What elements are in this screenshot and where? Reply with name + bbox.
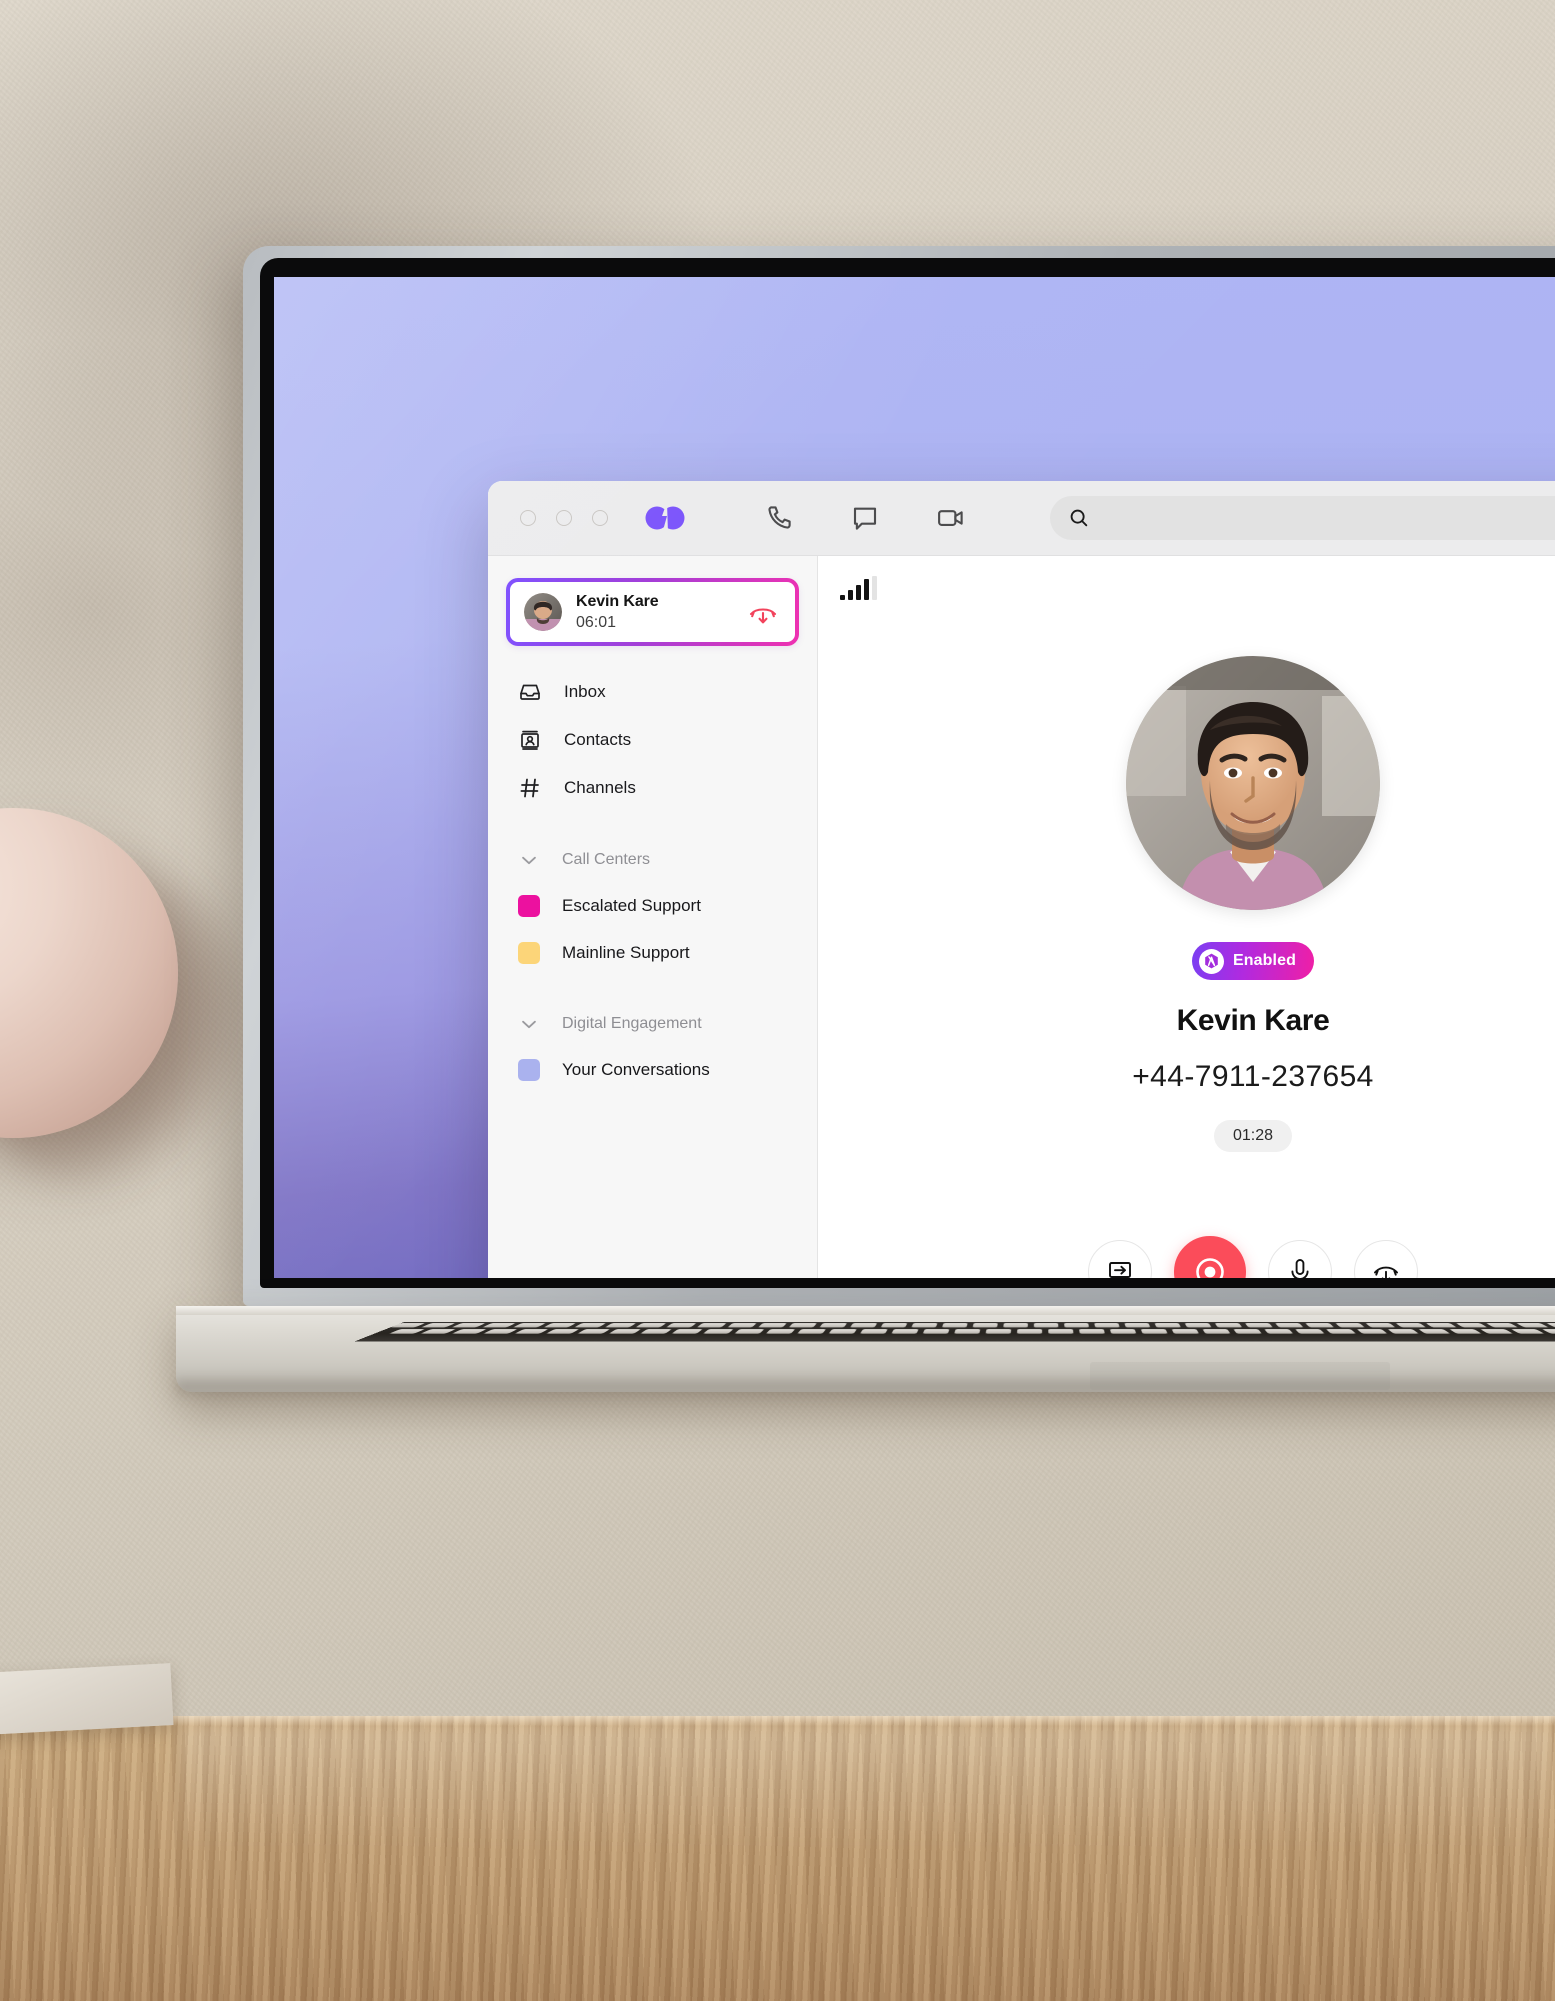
sidebar-item-label: Contacts: [564, 730, 632, 749]
record-button[interactable]: [1174, 1236, 1246, 1278]
laptop-hinge: [176, 1306, 1555, 1315]
ai-badge-label: Enabled: [1233, 952, 1296, 969]
channel-color-swatch: [518, 894, 540, 917]
phone-icon[interactable]: [764, 503, 794, 533]
close-button[interactable]: [520, 510, 536, 526]
section-header-digital-engagement[interactable]: Digital Engagement: [488, 1002, 817, 1046]
sidebar-item-inbox[interactable]: Inbox: [488, 668, 817, 716]
transfer-button[interactable]: [1088, 1240, 1152, 1278]
sidebar-item-label: Channels: [564, 778, 636, 797]
active-call-info: Kevin Kare 06:01: [576, 593, 745, 632]
channel-label: Escalated Support: [562, 895, 701, 915]
signal-bars-icon: [840, 576, 877, 600]
search-container: [1050, 496, 1555, 540]
sidebar-item-label: Inbox: [564, 682, 606, 701]
active-call-duration: 06:01: [576, 613, 617, 631]
laptop-base-shadow: [176, 1380, 1555, 1402]
search-icon: [1070, 509, 1088, 527]
photo-scene: Kevin Kare 06:01 Inbox Contacts Channels…: [0, 0, 1555, 2001]
active-call-name: Kevin Kare: [576, 592, 659, 610]
call-panel: Enabled Kevin Kare +44-7911-237654 01:28: [818, 556, 1555, 1278]
caller-name: Kevin Kare: [1176, 1004, 1330, 1037]
header-icon-group: [764, 503, 966, 533]
sidebar-item-channels[interactable]: Channels: [488, 764, 817, 812]
channel-color-swatch: [518, 941, 540, 964]
chevron-down-icon: [518, 849, 540, 871]
sidebar: Kevin Kare 06:01 Inbox Contacts Channels…: [488, 556, 818, 1278]
chat-icon[interactable]: [850, 503, 880, 533]
section-header-call-centers[interactable]: Call Centers: [488, 838, 817, 882]
desk-edge-highlight: [0, 1716, 1555, 1726]
search-box[interactable]: [1050, 496, 1555, 540]
desk-paper: [0, 1663, 174, 1735]
hash-icon: [518, 776, 542, 800]
channel-color-swatch: [518, 1058, 540, 1081]
window-titlebar: [488, 481, 1555, 556]
laptop-screen: Kevin Kare 06:01 Inbox Contacts Channels…: [274, 277, 1555, 1278]
app-window: Kevin Kare 06:01 Inbox Contacts Channels…: [488, 481, 1555, 1278]
app-logo-icon: [642, 500, 688, 536]
ai-icon: [1199, 948, 1225, 974]
sidebar-item-mainline-support[interactable]: Mainline Support: [488, 929, 817, 976]
chevron-down-icon: [518, 1013, 540, 1035]
caller-number: +44-7911-237654: [1132, 1060, 1374, 1093]
sidebar-item-your-conversations[interactable]: Your Conversations: [488, 1046, 817, 1093]
desk-reflection: [180, 1726, 1555, 1846]
channel-label: Your Conversations: [562, 1059, 710, 1079]
sidebar-item-contacts[interactable]: Contacts: [488, 716, 817, 764]
channel-label: Mainline Support: [562, 942, 690, 962]
call-timer: 01:28: [1213, 1120, 1293, 1152]
active-call-avatar: [524, 593, 562, 631]
active-call-card[interactable]: Kevin Kare 06:01: [506, 578, 799, 646]
video-icon[interactable]: [936, 503, 966, 533]
minimize-button[interactable]: [556, 510, 572, 526]
maximize-button[interactable]: [592, 510, 608, 526]
mute-button[interactable]: [1268, 1240, 1332, 1278]
caller-photo: [1126, 656, 1380, 910]
sidebar-item-escalated-support[interactable]: Escalated Support: [488, 882, 817, 929]
hangup-icon[interactable]: [745, 594, 781, 630]
section-title: Digital Engagement: [562, 1015, 702, 1032]
ai-enabled-badge[interactable]: Enabled: [1192, 942, 1314, 980]
end-call-button[interactable]: [1354, 1240, 1418, 1278]
contacts-icon: [518, 728, 542, 752]
window-body: Kevin Kare 06:01 Inbox Contacts Channels…: [488, 556, 1555, 1278]
inbox-icon: [518, 680, 542, 704]
search-input[interactable]: [1102, 509, 1555, 527]
call-controls: [1088, 1236, 1418, 1278]
section-title: Call Centers: [562, 851, 651, 868]
traffic-light-group[interactable]: [520, 510, 608, 526]
